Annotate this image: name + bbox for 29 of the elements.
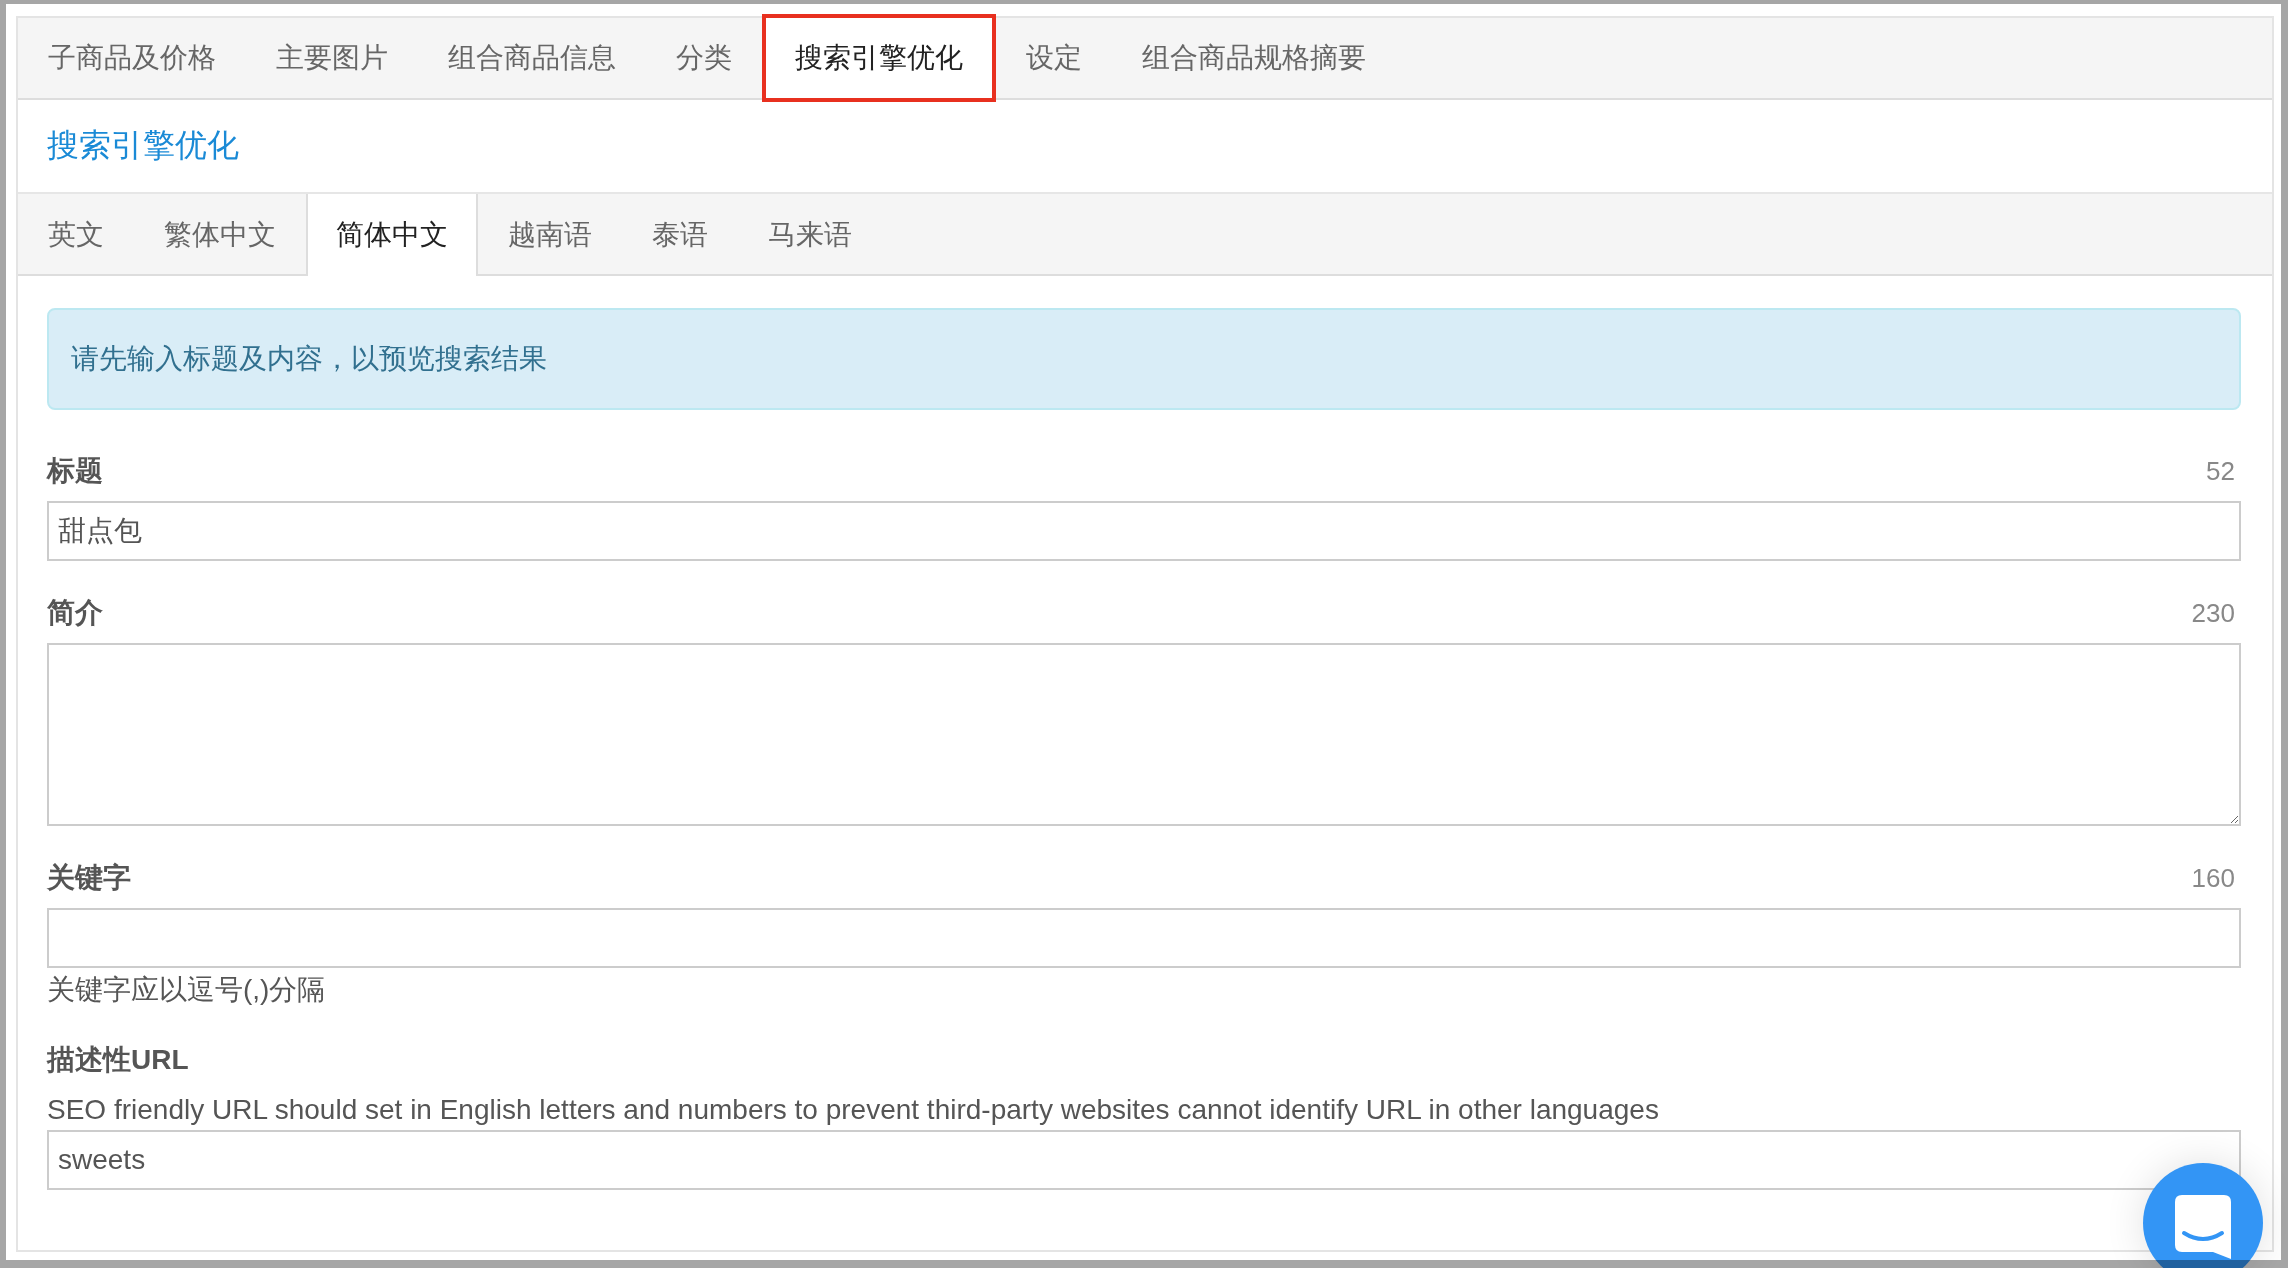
nav-tab[interactable]: 搜索引擎优化	[762, 14, 996, 102]
text-input[interactable]: sweets	[47, 1130, 2241, 1190]
language-tab[interactable]: 英文	[18, 194, 134, 276]
char-counter: 160	[2191, 862, 2236, 894]
char-counter: 52	[2206, 455, 2236, 487]
nav-tab[interactable]: 设定	[996, 18, 1112, 98]
language-tab[interactable]: 马来语	[738, 194, 882, 276]
section-title: 搜索引擎优化	[47, 126, 239, 165]
nav-tab[interactable]: 主要图片	[246, 18, 418, 98]
help-text: 关键字应以逗号(,)分隔	[47, 973, 327, 1007]
field-label: 简介	[47, 596, 103, 630]
nav-tab[interactable]: 分类	[646, 18, 762, 98]
language-tab[interactable]: 繁体中文	[134, 194, 306, 276]
chat-bubble-icon	[2175, 1195, 2231, 1259]
language-tab[interactable]: 泰语	[622, 194, 738, 276]
char-counter: 230	[2191, 597, 2236, 629]
field-description: SEO friendly URL should set in English letters and numbers to prevent third-party websites cannot identify URL in other languages	[47, 1093, 1660, 1127]
text-input[interactable]	[47, 908, 2241, 968]
nav-tab[interactable]: 组合商品规格摘要	[1112, 18, 1396, 98]
nav-tab[interactable]: 子商品及价格	[18, 18, 246, 98]
textarea-field[interactable]	[47, 643, 2241, 826]
field-label: 标题	[47, 454, 103, 488]
text-input[interactable]: 甜点包	[47, 501, 2241, 561]
field-label: 描述性URL	[47, 1043, 189, 1077]
field-label: 关键字	[47, 861, 131, 895]
info-alert: 请先输入标题及内容，以预览搜索结果	[47, 308, 2241, 410]
nav-tab[interactable]: 组合商品信息	[418, 18, 646, 98]
language-tab[interactable]: 越南语	[478, 194, 622, 276]
language-tab[interactable]: 简体中文	[306, 194, 478, 276]
